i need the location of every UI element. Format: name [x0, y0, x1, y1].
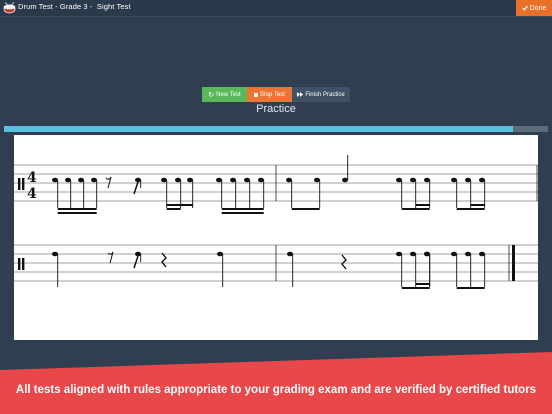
time-signature-bottom: 4: [27, 186, 37, 202]
note-head: [465, 177, 471, 183]
percussion-clef: [22, 178, 25, 190]
note-head: [135, 251, 141, 257]
eighth-rest: [107, 251, 114, 264]
new-test-button[interactable]: ↻ New Test: [202, 87, 247, 102]
note-head: [465, 251, 471, 257]
note-head: [187, 177, 193, 183]
note-head: [244, 177, 250, 183]
finish-practice-label: Finish Practice: [305, 91, 345, 98]
note-head: [161, 177, 167, 183]
note-head: [410, 177, 416, 183]
note-beam: [166, 208, 181, 210]
note-head: [396, 177, 402, 183]
drum-score: 44: [14, 155, 538, 289]
note-head: [52, 251, 58, 257]
done-button[interactable]: Done: [516, 0, 552, 16]
note-beam: [57, 208, 97, 210]
note-head: [52, 177, 58, 183]
check-icon: [521, 5, 528, 11]
new-test-label: New Test: [216, 91, 241, 98]
note-beam: [291, 208, 320, 210]
promo-banner-text: All tests aligned with rules appropriate…: [15, 384, 537, 396]
note-head: [230, 177, 236, 183]
promo-banner: [0, 352, 552, 414]
note-head: [286, 177, 292, 183]
note-head: [65, 177, 71, 183]
percussion-clef: [22, 258, 25, 270]
note-head: [78, 177, 84, 183]
mode-label: Practice: [256, 103, 296, 115]
stop-icon: [254, 92, 259, 97]
note-beam: [221, 208, 264, 210]
note-head: [342, 177, 348, 183]
progress-bar: [4, 126, 548, 132]
note-head: [479, 251, 485, 257]
note-beam: [221, 212, 264, 214]
top-bar: Drum Test - Grade 3 - Sight Test Done: [0, 0, 552, 17]
done-label: Done: [529, 4, 547, 12]
page-title: Drum Test - Grade 3 - Sight Test: [18, 2, 131, 11]
stop-test-button[interactable]: Stop Test: [247, 87, 292, 102]
note-head: [424, 177, 430, 183]
note-head: [479, 177, 485, 183]
note-head: [216, 177, 222, 183]
fast-forward-icon: [297, 92, 304, 97]
eighth-rest: [105, 176, 112, 189]
note-head: [396, 251, 402, 257]
note-head: [451, 251, 457, 257]
note-head: [217, 251, 223, 257]
note-head: [175, 177, 181, 183]
note-head: [258, 177, 264, 183]
sheet-music: 44: [14, 135, 538, 340]
percussion-clef: [18, 178, 21, 190]
test-controls: ↻ New Test Stop Test Finish Practice: [202, 87, 350, 102]
note-beam: [415, 283, 430, 285]
note-head: [135, 177, 141, 183]
note-beam: [456, 287, 485, 289]
note-head: [91, 177, 97, 183]
note-beam: [401, 287, 430, 289]
stop-test-label: Stop Test: [260, 91, 285, 98]
note-beam: [401, 208, 430, 210]
quarter-rest: [161, 252, 167, 268]
time-signature-top: 4: [27, 170, 37, 186]
final-barline-thick: [512, 245, 515, 281]
finish-practice-button[interactable]: Finish Practice: [292, 87, 350, 102]
note-head: [424, 251, 430, 257]
quarter-rest: [341, 254, 347, 270]
progress-fill: [4, 126, 513, 132]
note-head: [451, 177, 457, 183]
note-head: [287, 251, 293, 257]
refresh-icon: ↻: [208, 91, 215, 99]
note-beam: [57, 212, 97, 214]
note-head: [314, 177, 320, 183]
note-beam: [415, 204, 430, 206]
note-flag: [133, 255, 139, 269]
drum-icon: [3, 2, 16, 14]
note-beam: [456, 208, 485, 210]
percussion-clef: [18, 258, 21, 270]
note-beam: [470, 204, 485, 206]
note-head: [410, 251, 416, 257]
note-beam: [166, 204, 193, 206]
